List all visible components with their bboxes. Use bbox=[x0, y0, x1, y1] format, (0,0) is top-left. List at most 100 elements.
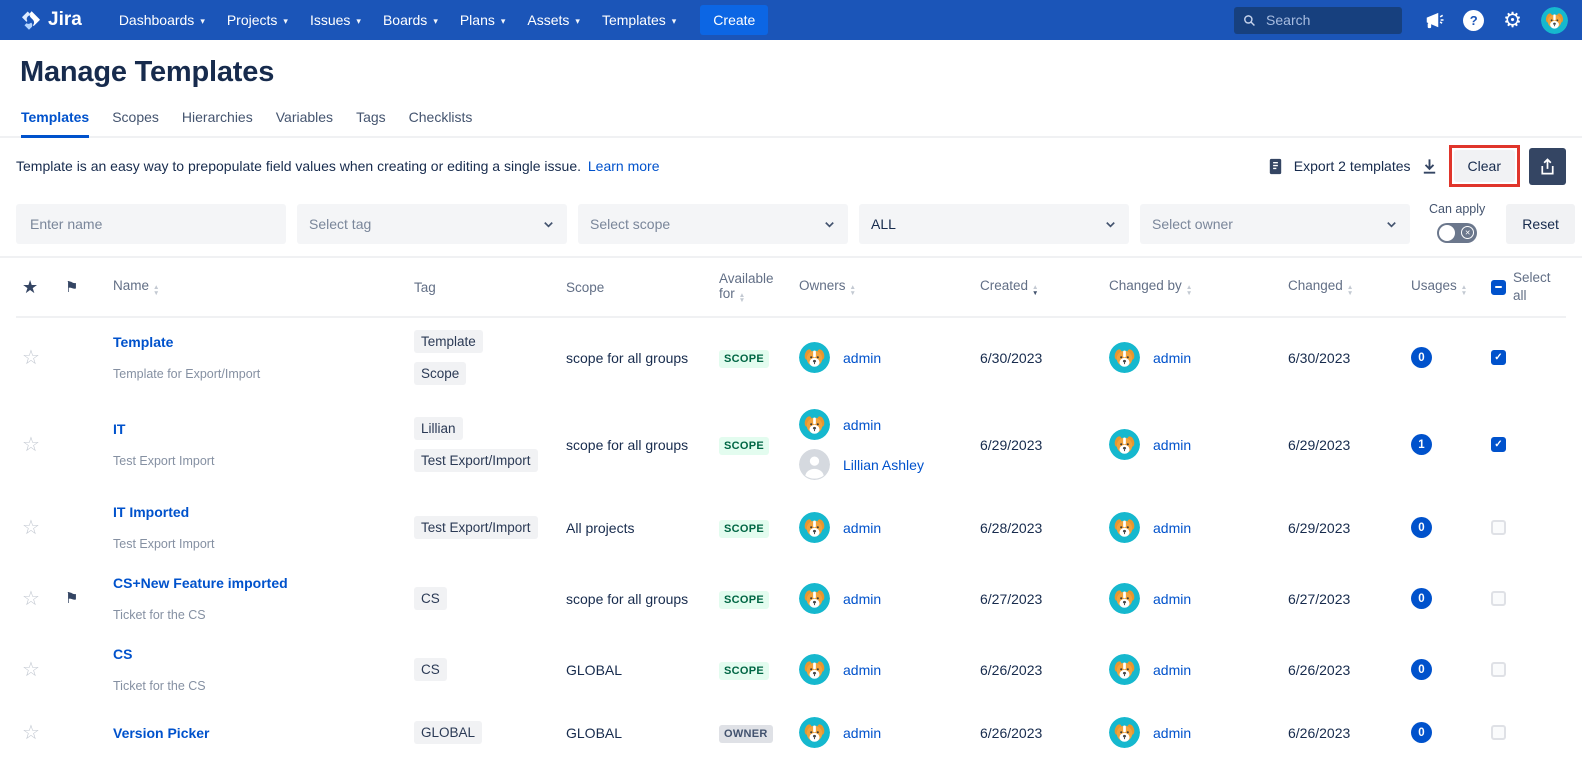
star-icon[interactable]: ☆ bbox=[22, 722, 40, 744]
select-all-label: Select all bbox=[1513, 269, 1559, 304]
row-checkbox[interactable] bbox=[1491, 662, 1506, 677]
gear-icon[interactable]: ⚙ bbox=[1503, 10, 1522, 31]
clear-button[interactable]: Clear bbox=[1454, 150, 1515, 182]
header-name[interactable]: Name▲▼ bbox=[100, 278, 405, 296]
tag-chip: Test Export/Import bbox=[414, 516, 538, 539]
nav-item-projects[interactable]: Projects▾ bbox=[216, 0, 299, 40]
templates-table: ★ ⚑ Name▲▼ Tag Scope Available for▲▼ Own… bbox=[0, 258, 1582, 760]
star-icon[interactable]: ☆ bbox=[22, 347, 40, 369]
global-search[interactable] bbox=[1234, 7, 1402, 34]
table-row: ☆ ⚑ CS+New Feature imported Ticket for t… bbox=[16, 563, 1566, 634]
flag-column-icon[interactable]: ⚑ bbox=[65, 279, 78, 296]
header-owners[interactable]: Owners▲▼ bbox=[793, 278, 968, 296]
name-filter-input[interactable] bbox=[16, 204, 286, 244]
search-input[interactable] bbox=[1264, 11, 1393, 29]
created-date: 6/28/2023 bbox=[968, 520, 1103, 536]
nav-item-dashboards[interactable]: Dashboards▾ bbox=[108, 0, 216, 40]
tab-scopes[interactable]: Scopes bbox=[112, 109, 159, 136]
header-usages[interactable]: Usages▲▼ bbox=[1403, 278, 1483, 296]
owner-link[interactable]: admin bbox=[843, 662, 881, 678]
select-all-checkbox[interactable] bbox=[1491, 280, 1506, 295]
template-name-link[interactable]: CS+New Feature imported bbox=[113, 575, 405, 591]
template-description: Template for Export/Import bbox=[113, 367, 405, 381]
nav-item-issues[interactable]: Issues▾ bbox=[299, 0, 372, 40]
changed-by-link[interactable]: admin bbox=[1153, 350, 1191, 366]
tab-checklists[interactable]: Checklists bbox=[409, 109, 473, 136]
nav-item-boards[interactable]: Boards▾ bbox=[372, 0, 449, 40]
row-checkbox[interactable] bbox=[1491, 725, 1506, 740]
jira-logo[interactable]: Jira bbox=[20, 9, 82, 31]
template-name-link[interactable]: Template bbox=[113, 334, 405, 350]
template-name-link[interactable]: IT Imported bbox=[113, 504, 405, 520]
chevron-down-icon: ▾ bbox=[283, 16, 288, 27]
star-icon[interactable]: ☆ bbox=[22, 588, 40, 610]
changed-by-link[interactable]: admin bbox=[1153, 591, 1191, 607]
scope-value: All projects bbox=[560, 520, 715, 536]
dog-avatar bbox=[1109, 654, 1140, 685]
header-changed-by-label: Changed by bbox=[1109, 278, 1182, 293]
star-icon[interactable]: ☆ bbox=[22, 517, 40, 539]
owner-filter-select[interactable]: Select owner bbox=[1140, 204, 1410, 244]
usages-badge: 0 bbox=[1411, 588, 1432, 609]
nav-right: ? ⚙ bbox=[1234, 7, 1568, 34]
tag-chip: GLOBAL bbox=[414, 721, 482, 744]
owner-link[interactable]: admin bbox=[843, 350, 881, 366]
star-icon[interactable]: ☆ bbox=[22, 434, 40, 456]
owner-link[interactable]: admin bbox=[843, 417, 881, 433]
star-icon[interactable]: ☆ bbox=[22, 659, 40, 681]
nav-item-assets[interactable]: Assets▾ bbox=[516, 0, 591, 40]
changed-by-link[interactable]: admin bbox=[1153, 662, 1191, 678]
tab-variables[interactable]: Variables bbox=[276, 109, 333, 136]
nav-item-templates[interactable]: Templates▾ bbox=[591, 0, 687, 40]
help-icon[interactable]: ? bbox=[1463, 10, 1484, 31]
star-column-icon[interactable]: ★ bbox=[22, 277, 38, 297]
scope-value: scope for all groups bbox=[560, 591, 715, 607]
changed-by-link[interactable]: admin bbox=[1153, 437, 1191, 453]
name-filter-field[interactable] bbox=[28, 215, 274, 233]
jira-logo-icon bbox=[20, 9, 42, 31]
header-changed-by[interactable]: Changed by▲▼ bbox=[1103, 278, 1278, 296]
row-checkbox[interactable] bbox=[1491, 520, 1506, 535]
chevron-down-icon bbox=[1385, 218, 1398, 231]
nav-item-plans[interactable]: Plans▾ bbox=[449, 0, 517, 40]
header-created[interactable]: Created▲▼ bbox=[968, 278, 1103, 296]
owner-link[interactable]: Lillian Ashley bbox=[843, 457, 924, 473]
changed-by-link[interactable]: admin bbox=[1153, 725, 1191, 741]
can-apply-toggle[interactable]: ✕ bbox=[1437, 223, 1477, 243]
table-body: ☆ ⚑ Template Template for Export/Import … bbox=[16, 318, 1566, 760]
nav-item-label: Boards bbox=[383, 12, 427, 28]
tab-templates[interactable]: Templates bbox=[21, 109, 89, 138]
changed-by-link[interactable]: admin bbox=[1153, 520, 1191, 536]
owner-link[interactable]: admin bbox=[843, 725, 881, 741]
can-apply-control: Can apply ✕ bbox=[1429, 202, 1485, 244]
owner-link[interactable]: admin bbox=[843, 520, 881, 536]
owners-cell: admin bbox=[793, 512, 968, 543]
template-name-link[interactable]: Version Picker bbox=[113, 725, 405, 741]
tab-hierarchies[interactable]: Hierarchies bbox=[182, 109, 253, 136]
export-templates-button[interactable]: Export 2 templates bbox=[1266, 157, 1439, 176]
share-button[interactable] bbox=[1529, 148, 1566, 185]
owner-link[interactable]: admin bbox=[843, 591, 881, 607]
tags-cell: LillianTest Export/Import bbox=[405, 417, 560, 472]
user-avatar[interactable] bbox=[1541, 7, 1568, 34]
template-name-link[interactable]: CS bbox=[113, 646, 405, 662]
created-date: 6/26/2023 bbox=[968, 662, 1103, 678]
available-for-filter-select[interactable]: ALL bbox=[859, 204, 1129, 244]
announcements-icon[interactable] bbox=[1421, 9, 1444, 32]
header-changed[interactable]: Changed▲▼ bbox=[1278, 278, 1403, 296]
template-name-link[interactable]: IT bbox=[113, 421, 405, 437]
reset-button[interactable]: Reset bbox=[1506, 204, 1575, 244]
document-icon bbox=[1266, 157, 1285, 176]
tag-filter-select[interactable]: Select tag bbox=[297, 204, 567, 244]
tab-tags[interactable]: Tags bbox=[356, 109, 386, 136]
usages-badge: 1 bbox=[1411, 434, 1432, 455]
row-checkbox[interactable] bbox=[1491, 350, 1506, 365]
header-select-all: Select all bbox=[1483, 269, 1566, 304]
learn-more-link[interactable]: Learn more bbox=[588, 158, 660, 174]
header-available-for[interactable]: Available for▲▼ bbox=[715, 271, 793, 304]
nav-item-label: Templates bbox=[602, 12, 666, 28]
create-button[interactable]: Create bbox=[700, 5, 768, 35]
row-checkbox[interactable] bbox=[1491, 437, 1506, 452]
row-checkbox[interactable] bbox=[1491, 591, 1506, 606]
scope-filter-select[interactable]: Select scope bbox=[578, 204, 848, 244]
